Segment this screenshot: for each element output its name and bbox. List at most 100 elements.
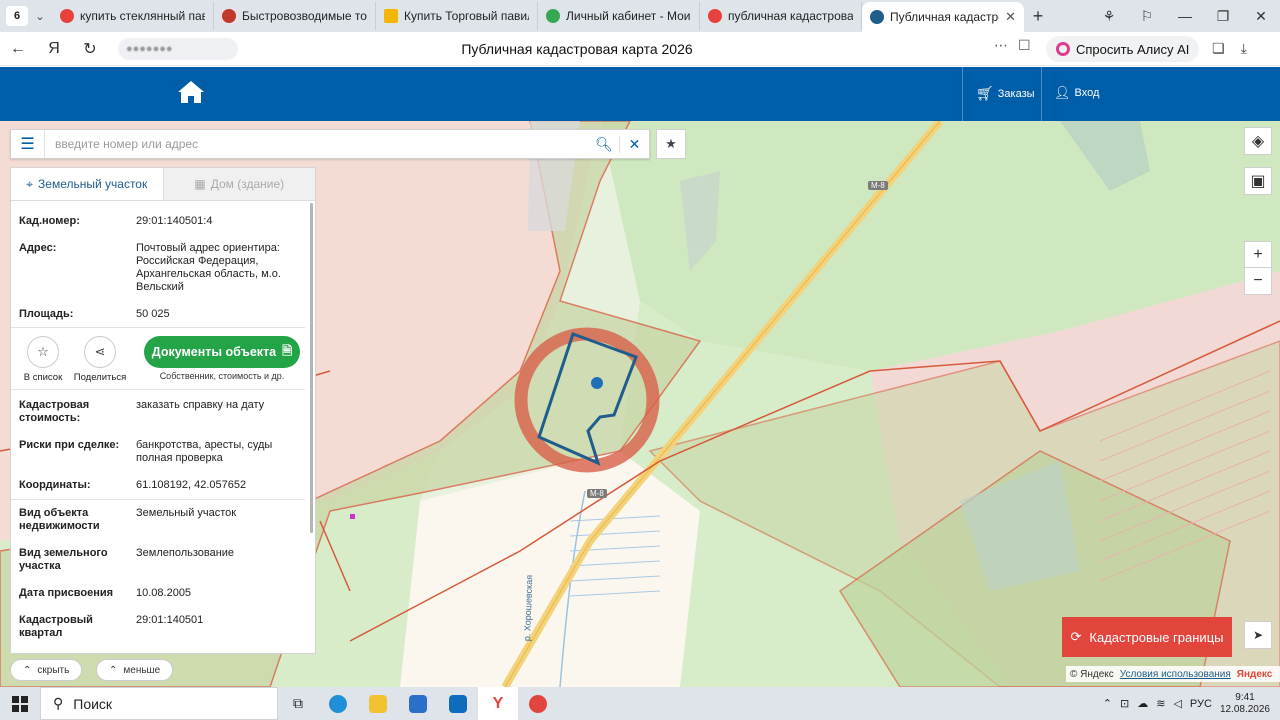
wifi-icon[interactable]: ≋ <box>1156 697 1165 710</box>
order-cost-link[interactable]: заказать справку на дату <box>136 399 301 412</box>
zoom-out-button[interactable]: − <box>1244 267 1272 295</box>
refresh-icon: ⟳ <box>1070 629 1082 644</box>
tab-counter[interactable]: 6 <box>6 6 28 26</box>
plus-icon: + <box>1253 246 1263 263</box>
map-mode-button[interactable]: ▣ <box>1244 167 1272 195</box>
road-label: М-8 <box>587 489 607 498</box>
login-link[interactable]: 👤︎ Вход <box>1054 85 1099 101</box>
search-icon[interactable]: 🔍︎ <box>589 136 619 153</box>
star-outline-icon: ☆ <box>37 344 49 359</box>
close-window-button[interactable]: ✕ <box>1242 8 1280 25</box>
site-header: 🛒︎ Заказы 👤︎ Вход <box>0 67 1280 121</box>
site-favicon-icon <box>222 9 236 23</box>
yandex-app-icon[interactable] <box>518 687 558 720</box>
cadastral-boundaries-button[interactable]: ⟳ Кадастровые границы <box>1062 617 1232 657</box>
cart-icon: 🛒︎ <box>976 85 994 101</box>
map-area[interactable]: М-8 М-8 р. Хорошевская ☰ 🔍︎ ✕ ★ ◈ ▣ + − … <box>0 121 1280 687</box>
terms-link[interactable]: Условия использования <box>1120 669 1231 680</box>
object-info-panel: ⌖ Земельный участок ▦ Дом (здание) Кад.н… <box>10 167 316 654</box>
map-attribution: © Яндекс Условия использования Яндекс <box>1066 666 1280 682</box>
network-icon[interactable]: ⊡ <box>1120 697 1129 710</box>
extension-icon[interactable]: ⚘ <box>1090 8 1128 25</box>
new-tab-button[interactable]: + <box>1024 6 1052 27</box>
clock[interactable]: 9:41 12.08.2026 <box>1220 692 1270 716</box>
layers-button[interactable]: ◈ <box>1244 127 1272 155</box>
layers-icon: ◈ <box>1251 133 1265 150</box>
url-pill: ●●●●●●● <box>118 38 238 60</box>
documents-button[interactable]: Документы объекта 🗎 <box>144 336 300 368</box>
page-title: Публичная кадастровая карта 2026 <box>461 41 693 57</box>
star-icon: ★ <box>665 136 677 151</box>
geolocation-button[interactable]: ➤ <box>1244 621 1272 649</box>
tab-building[interactable]: ▦ Дом (здание) <box>162 168 315 200</box>
search-input[interactable] <box>45 130 589 158</box>
yandex-logo-icon[interactable]: Я <box>36 40 72 58</box>
chevron-up-icon: ⌃ <box>109 664 118 676</box>
alice-button[interactable]: Спросить Алису AI <box>1046 36 1200 62</box>
less-button[interactable]: ⌃ меньше <box>96 659 174 681</box>
browser-tab[interactable]: купить стеклянный пави <box>52 2 214 30</box>
language-indicator[interactable]: РУС <box>1190 698 1212 710</box>
chevron-up-icon[interactable]: ⌃ <box>1103 697 1112 710</box>
share-icon: ⋖ <box>94 344 106 359</box>
home-icon[interactable] <box>176 79 206 105</box>
frame-icon: ▣ <box>1250 173 1266 190</box>
orders-link[interactable]: 🛒︎ Заказы <box>976 85 1035 102</box>
yandex-favicon-icon <box>60 9 74 23</box>
browser-tab-active[interactable]: Публичная кадастров ✕ <box>862 2 1024 32</box>
panel-scrollbar[interactable] <box>310 203 313 533</box>
bookmark-icon[interactable]: ☐ <box>1018 37 1031 54</box>
browser-tab[interactable]: Быстровозводимые тор <box>214 2 376 30</box>
navigation-arrow-icon: ➤ <box>1252 628 1264 642</box>
tab-land-plot[interactable]: ⌖ Земельный участок <box>11 168 163 200</box>
task-view-icon[interactable]: ⧉ <box>278 687 318 720</box>
hide-panel-button[interactable]: ⌃ скрыть <box>10 659 83 681</box>
cad-number-link[interactable]: 29:01:140501:4 <box>136 215 301 228</box>
building-icon: ▦ <box>194 177 206 191</box>
site-favicon-icon <box>384 9 398 23</box>
full-check-link[interactable]: полная проверка <box>136 452 301 465</box>
zoom-in-button[interactable]: + <box>1244 241 1272 269</box>
maximize-button[interactable]: ❐ <box>1204 8 1242 25</box>
site-favicon-icon <box>870 10 884 24</box>
back-arrow-icon[interactable]: ← <box>0 40 36 58</box>
url-field[interactable]: ●●●●●●● Публичная кадастровая карта 2026 <box>114 36 1040 62</box>
browser-tab[interactable]: публичная кадастровая <box>700 2 862 30</box>
os-taskbar: ⚲ Поиск ⧉ Y ⌃ ⊡ ☁ ≋ ◁ РУС 9:41 12.08.202… <box>0 687 1280 720</box>
search-icon: ⚲ <box>53 695 64 711</box>
windows-start-icon[interactable] <box>0 695 40 712</box>
yandex-browser-icon[interactable]: Y <box>478 687 518 720</box>
share-button[interactable]: ⋖ <box>84 336 116 368</box>
bookmark-icon[interactable]: ⚐ <box>1128 8 1166 25</box>
reload-icon[interactable]: ↻ <box>72 39 108 59</box>
search-bar: ☰ 🔍︎ ✕ <box>10 129 650 159</box>
location-pin-icon: ⌖ <box>26 176 34 191</box>
browser-tab[interactable]: Личный кабинет - Мои о <box>538 2 700 30</box>
yandex-logo: Яндекс <box>1236 668 1273 680</box>
browser-tab-strip: 6 ⌄ купить стеклянный пави Быстровозводи… <box>0 0 1280 32</box>
more-icon[interactable]: ⋯ <box>994 37 1008 54</box>
address-bar: ← Я ↻ ●●●●●●● Публичная кадастровая карт… <box>0 32 1280 66</box>
system-tray: ⌃ ⊡ ☁ ≋ ◁ РУС 9:41 12.08.2026 <box>1103 692 1280 716</box>
browser-tab[interactable]: Купить Торговый павиль <box>376 2 538 30</box>
file-explorer-icon[interactable] <box>358 687 398 720</box>
edge-icon[interactable] <box>318 687 358 720</box>
document-icon: 🗎 <box>282 343 293 358</box>
cloud-icon[interactable]: ☁ <box>1137 697 1148 710</box>
minimize-button[interactable]: — <box>1166 8 1204 25</box>
volume-icon[interactable]: ◁ <box>1173 697 1181 710</box>
minus-icon: − <box>1253 272 1263 289</box>
store-icon[interactable] <box>398 687 438 720</box>
taskbar-search[interactable]: ⚲ Поиск <box>40 687 278 720</box>
menu-icon[interactable]: ☰ <box>11 130 45 158</box>
close-tab-icon[interactable]: ✕ <box>1005 9 1016 25</box>
outlook-icon[interactable] <box>438 687 478 720</box>
clear-icon[interactable]: ✕ <box>619 135 649 153</box>
add-to-list-button[interactable]: ☆ <box>27 336 59 368</box>
chevron-up-icon: ⌃ <box>23 664 32 676</box>
download-icon[interactable]: ⤓ <box>1241 40 1247 57</box>
yandex-favicon-icon <box>708 9 722 23</box>
favorites-button[interactable]: ★ <box>656 129 686 159</box>
collections-icon[interactable]: ❏ <box>1212 40 1225 57</box>
chevron-down-icon[interactable]: ⌄ <box>28 10 52 23</box>
